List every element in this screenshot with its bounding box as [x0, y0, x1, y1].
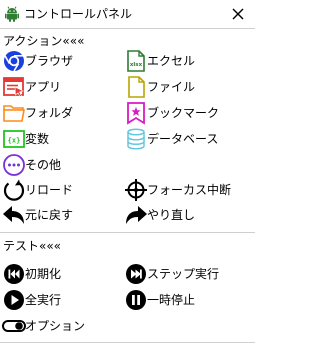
reload-button[interactable]: リロード: [2, 178, 112, 202]
close-icon[interactable]: [228, 4, 248, 24]
folder-label: フォルダ: [25, 106, 74, 120]
reload-icon: [2, 178, 26, 202]
database-button[interactable]: データベース: [124, 127, 244, 151]
redo-icon: [124, 203, 148, 227]
app-button[interactable]: アプリ: [2, 75, 112, 99]
undo-icon: [2, 203, 26, 227]
bookmark-icon: [124, 101, 148, 125]
window-title: コントロールパネル: [24, 7, 133, 21]
variable-button[interactable]: {x} 変数: [2, 127, 112, 151]
pause-label: 一時停止: [147, 293, 196, 307]
focus-center-button[interactable]: フォーカス中断: [124, 178, 252, 202]
database-icon: [124, 127, 148, 151]
options-label: オプション: [25, 319, 86, 333]
pause-icon: [124, 288, 148, 312]
undo-button[interactable]: 元に戻す: [2, 203, 112, 227]
play-icon: [2, 288, 26, 312]
crosshair-icon: [124, 178, 148, 202]
variable-label: 変数: [25, 132, 50, 146]
variable-icon: {x}: [2, 127, 26, 151]
chrome-icon: [2, 49, 26, 73]
browser-label: ブラウザ: [25, 54, 74, 68]
file-icon: [124, 75, 148, 99]
folder-icon: [2, 101, 26, 125]
android-icon: [5, 6, 19, 22]
more-icon: [2, 153, 26, 177]
redo-label: やり直し: [147, 208, 196, 222]
toggle-icon: [2, 314, 26, 338]
initialize-button[interactable]: 初期化: [2, 262, 112, 286]
undo-label: 元に戻す: [25, 208, 74, 222]
test-section-heading[interactable]: テスト«««: [3, 238, 61, 254]
initialize-label: 初期化: [25, 267, 62, 281]
excel-label: エクセル: [147, 54, 196, 68]
bookmark-label: ブックマーク: [147, 106, 220, 120]
svg-text:xlsx: xlsx: [130, 62, 143, 68]
folder-button[interactable]: フォルダ: [2, 101, 112, 125]
bookmark-button[interactable]: ブックマーク: [124, 101, 244, 125]
run-all-button[interactable]: 全実行: [2, 288, 112, 312]
focus-center-label: フォーカス中断: [147, 183, 232, 197]
title-bar: コントロールパネル: [0, 0, 255, 28]
other-button[interactable]: その他: [2, 153, 112, 177]
bottom-divider: [0, 342, 255, 343]
reload-label: リロード: [25, 183, 74, 197]
app-window-icon: [2, 75, 26, 99]
excel-file-icon: xlsx: [124, 49, 148, 73]
file-button[interactable]: ファイル: [124, 75, 234, 99]
file-label: ファイル: [147, 80, 196, 94]
browser-button[interactable]: ブラウザ: [2, 49, 112, 73]
step-run-label: ステップ実行: [147, 267, 220, 281]
database-label: データベース: [147, 132, 219, 146]
pause-button[interactable]: 一時停止: [124, 288, 234, 312]
other-label: その他: [25, 158, 62, 172]
title-divider: [0, 28, 255, 29]
step-run-button[interactable]: ステップ実行: [124, 262, 244, 286]
excel-button[interactable]: xlsx エクセル: [124, 49, 234, 73]
section-divider: [0, 232, 255, 233]
skip-forward-icon: [124, 262, 148, 286]
skip-back-icon: [2, 262, 26, 286]
svg-text:{x}: {x}: [8, 137, 21, 145]
redo-button[interactable]: やり直し: [124, 203, 234, 227]
options-button[interactable]: オプション: [2, 314, 112, 338]
actions-section-heading[interactable]: アクション«««: [3, 33, 84, 49]
app-label: アプリ: [25, 80, 62, 94]
run-all-label: 全実行: [25, 293, 62, 307]
